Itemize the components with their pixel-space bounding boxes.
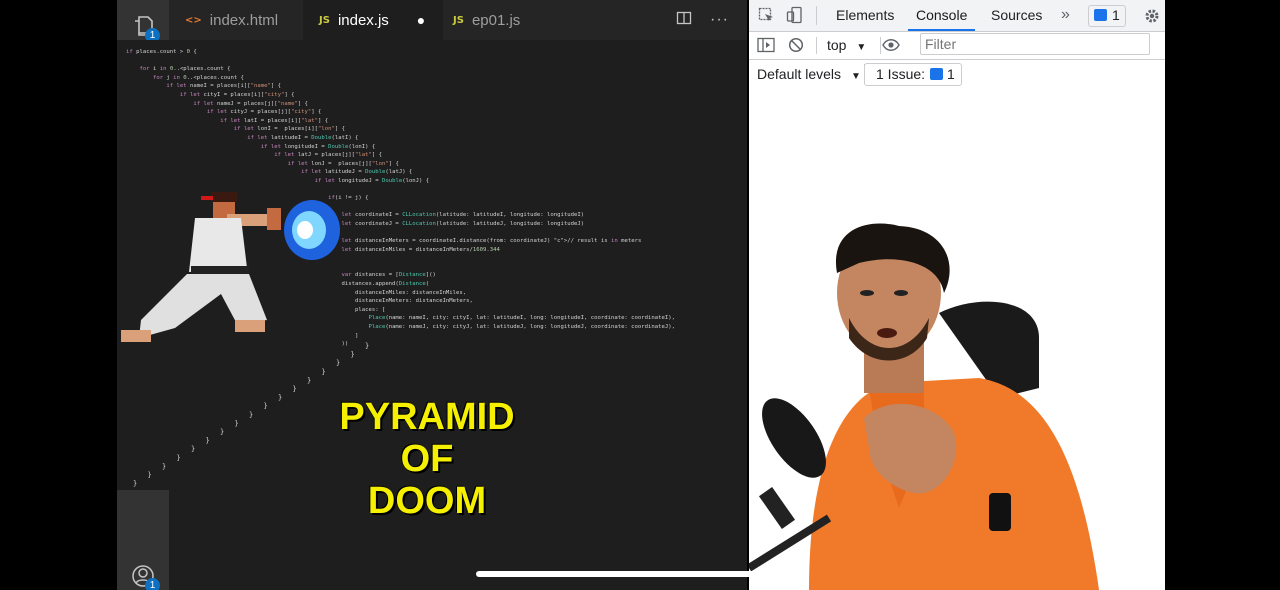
toolbar-divider (816, 37, 817, 54)
tab-ep01-js[interactable]: JS ep01.js (437, 0, 577, 40)
closing-brace: } (293, 385, 297, 393)
issues-counter[interactable]: 1 (1088, 5, 1126, 27)
live-expression-eye-icon[interactable] (882, 38, 900, 57)
console-filter-input[interactable] (920, 33, 1150, 55)
context-value: top (827, 37, 847, 53)
js-file-icon: JS (453, 14, 464, 26)
closing-brace: } (220, 428, 224, 436)
closing-brace: } (264, 402, 268, 410)
log-levels-dropdown[interactable]: Default levels ▼ (757, 66, 861, 82)
presenter-image (749, 88, 1165, 590)
toolbar-divider (880, 37, 881, 54)
tab-index-html[interactable]: <> index.html (169, 0, 313, 40)
more-tabs-chevron-icon[interactable]: » (1061, 6, 1070, 24)
account-icon[interactable]: 1 (131, 564, 160, 590)
more-actions-icon[interactable]: ··· (710, 11, 729, 29)
console-settings-row: Default levels ▼ 1 Issue: 1 (749, 60, 1165, 89)
clear-console-icon[interactable] (788, 37, 804, 58)
issues-button[interactable]: 1 Issue: 1 (864, 63, 962, 86)
sidebar-toggle-icon[interactable] (757, 37, 775, 58)
closing-brace: } (133, 480, 137, 488)
html-file-icon: <> (185, 14, 202, 26)
issues-label: 1 Issue: (876, 66, 926, 82)
caption-line: OF (400, 438, 454, 480)
explorer-icon[interactable]: 1 (131, 14, 160, 43)
inspect-element-icon[interactable] (758, 7, 775, 29)
device-toolbar-icon[interactable] (786, 6, 804, 29)
closing-brace: } (365, 342, 369, 350)
tab-console[interactable]: Console (908, 0, 976, 31)
settings-gear-icon[interactable] (1143, 7, 1161, 30)
closing-brace: } (191, 445, 195, 453)
video-caption: PYRAMID OF DOOM (277, 396, 577, 522)
split-editor-icon[interactable] (676, 10, 692, 31)
closing-brace: } (351, 351, 355, 359)
caption-line: DOOM (367, 480, 487, 522)
closing-brace: } (177, 454, 181, 462)
closing-brace: } (235, 419, 239, 427)
tab-label: ep01.js (471, 11, 521, 29)
tab-label: index.html (209, 11, 279, 29)
presenter-video (749, 88, 1165, 590)
tab-elements[interactable]: Elements (836, 0, 894, 31)
closing-brace: } (249, 411, 253, 419)
unsaved-dot-icon[interactable]: ● (417, 12, 425, 28)
home-indicator-bar[interactable] (476, 571, 804, 577)
devtools-panel: Elements Console Sources » 1 top ▼ Filte… (749, 0, 1165, 106)
account-badge: 1 (145, 578, 160, 590)
dropdown-arrow-icon: ▼ (856, 42, 867, 53)
letterbox-right (1165, 0, 1280, 590)
dropdown-arrow-icon: ▼ (850, 71, 861, 82)
tab-index-js[interactable]: JS index.js ● (303, 0, 443, 40)
log-levels-label: Default levels (757, 66, 842, 82)
context-selector[interactable]: top ▼ (827, 37, 866, 53)
editor-tab-bar: <> index.html JS index.js ● JS ep01.js ·… (169, 0, 747, 40)
closing-brace: } (322, 368, 326, 376)
code-editor-window: 1 1 <> index.html JS index.js ● JS ep01.… (117, 0, 747, 590)
js-file-icon: JS (319, 14, 330, 26)
closing-brace: } (206, 437, 210, 445)
devtools-tab-bar: Elements Console Sources » 1 (749, 0, 1165, 32)
closing-brace: } (307, 376, 311, 384)
closing-brace: } (148, 471, 152, 479)
closing-brace: } (336, 359, 340, 367)
issues-count: 1 (947, 66, 955, 82)
toolbar-divider (816, 6, 817, 25)
editor-actions: ··· (676, 0, 729, 40)
message-icon (930, 68, 943, 80)
issues-count: 1 (1112, 7, 1120, 23)
message-icon (1094, 9, 1107, 21)
closing-brace: } (162, 462, 166, 470)
tab-label: index.js (337, 11, 389, 29)
tab-sources[interactable]: Sources (991, 0, 1042, 31)
console-toolbar: top ▼ (749, 32, 1165, 60)
caption-line: PYRAMID (339, 396, 515, 438)
